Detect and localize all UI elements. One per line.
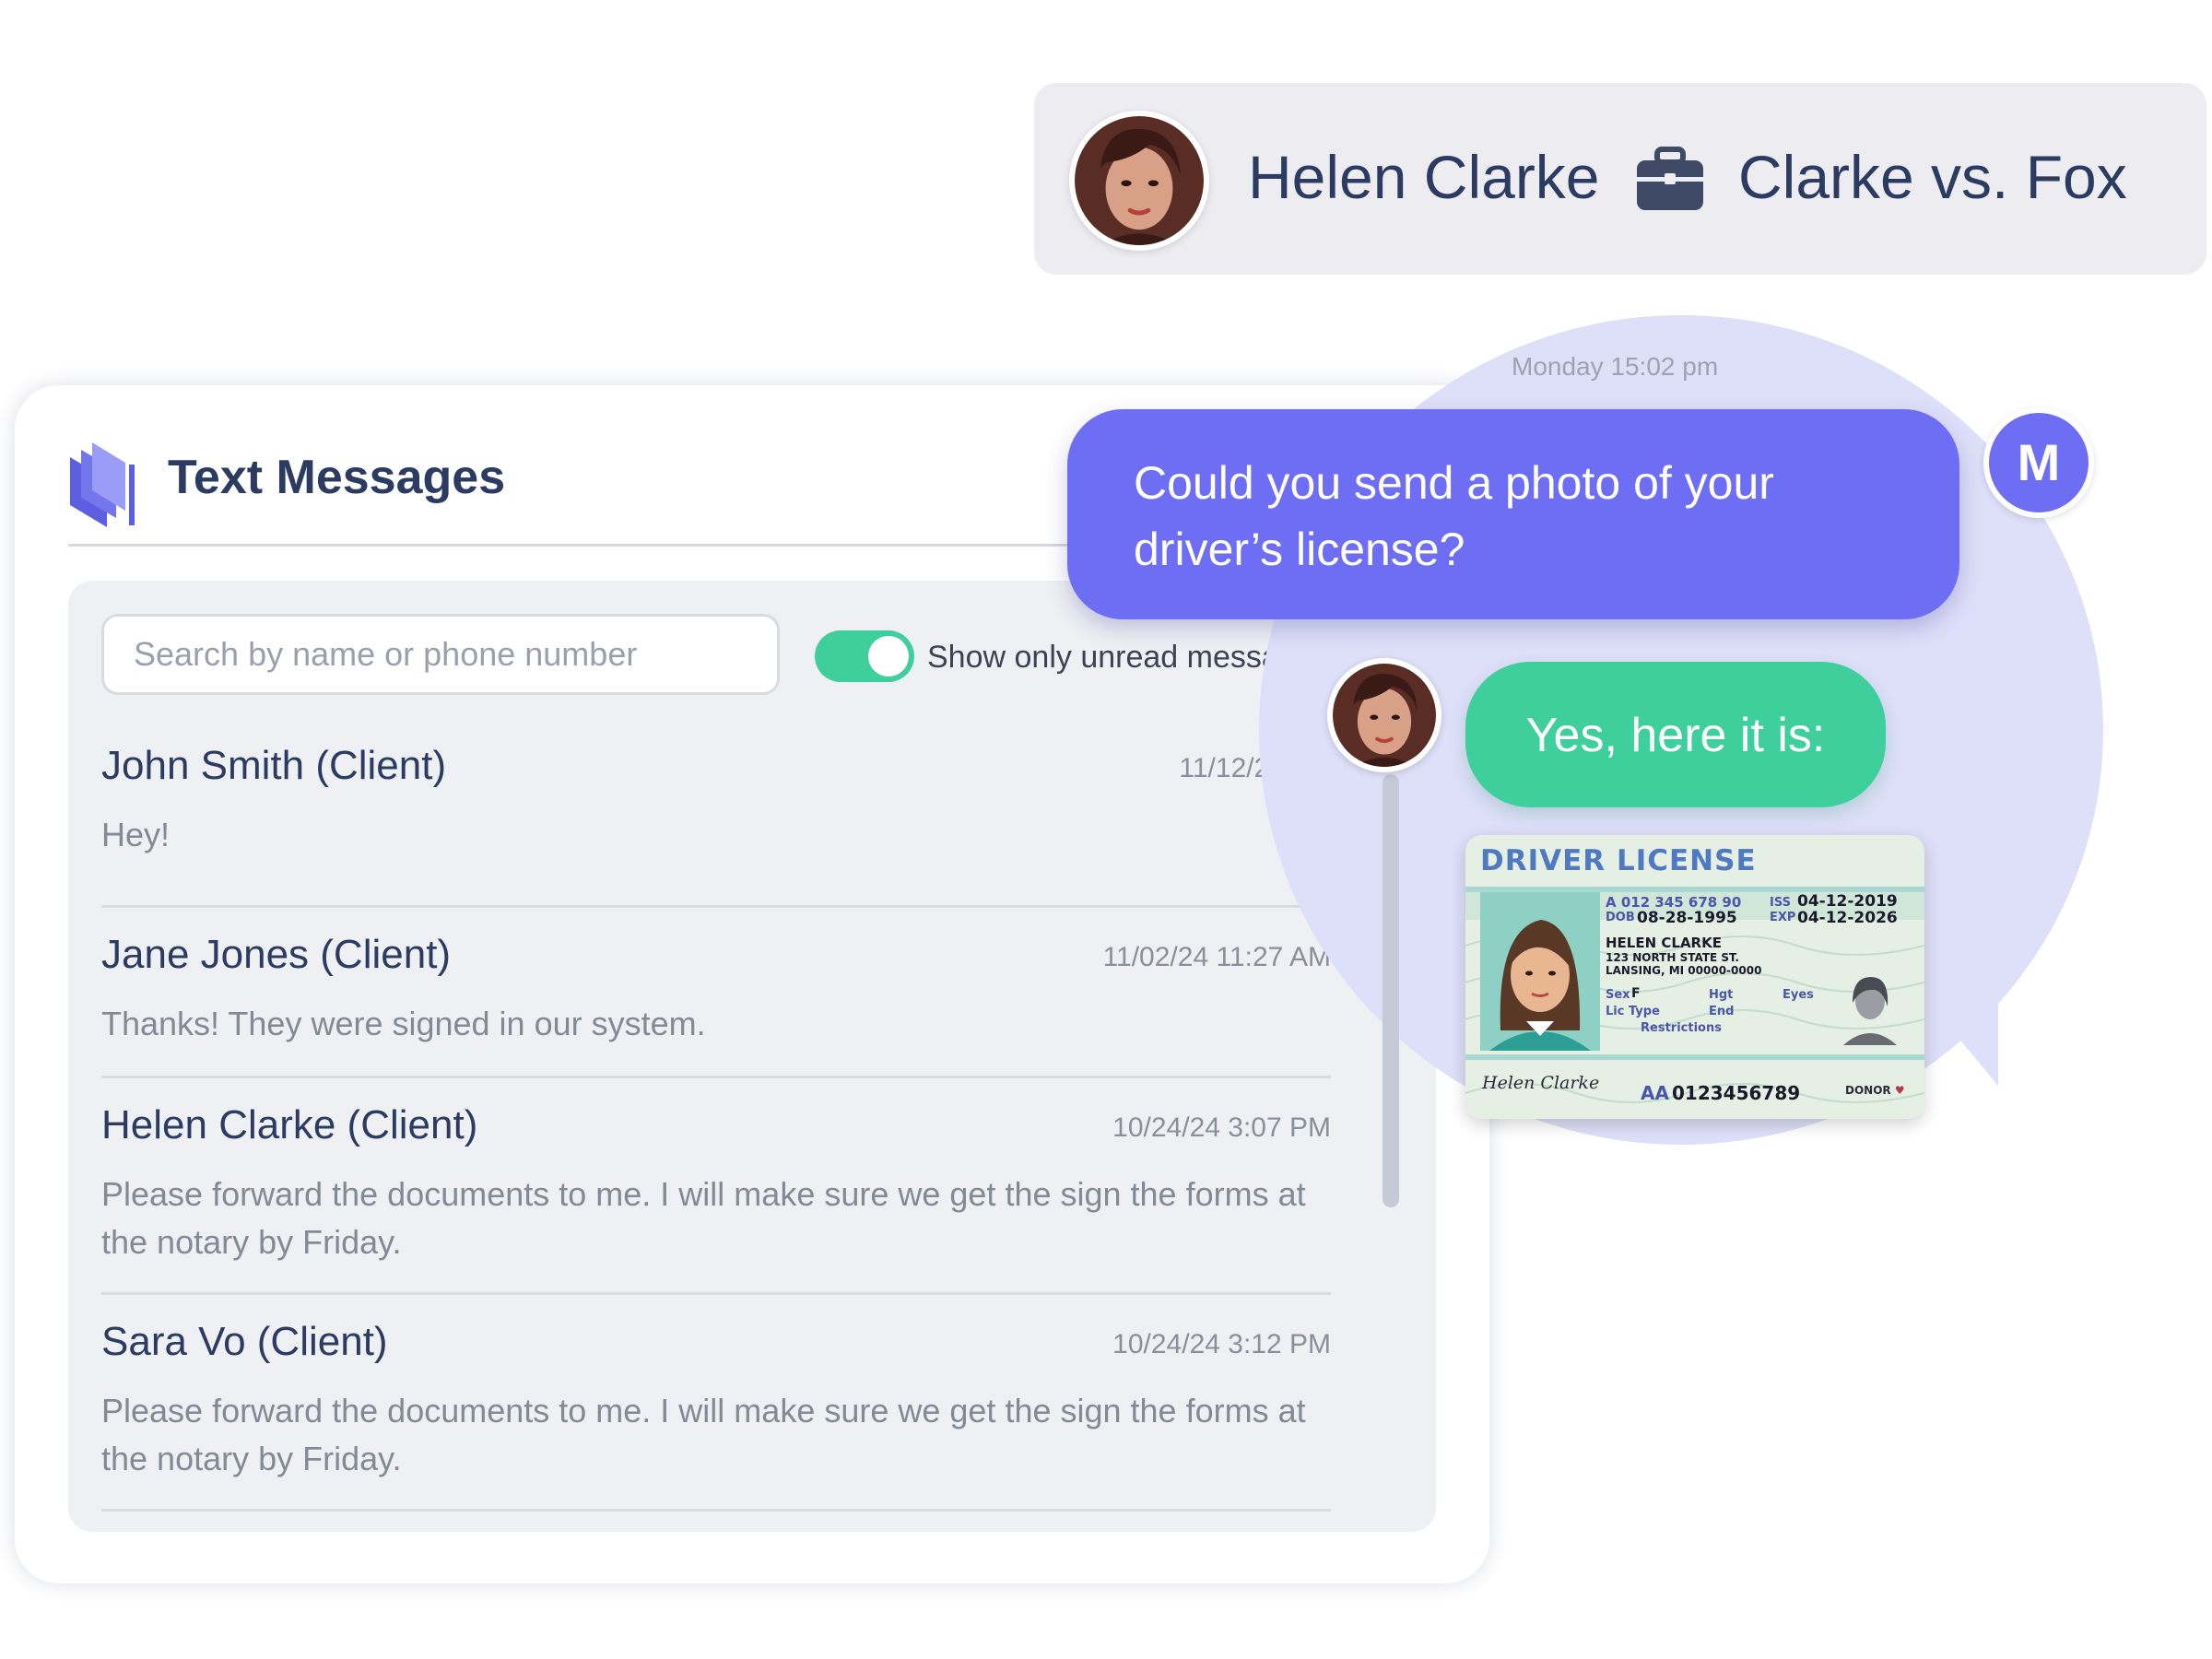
search-input[interactable]: [101, 614, 780, 695]
heart-icon: ♥: [1894, 1084, 1905, 1097]
license-signature: Helen Clarke: [1482, 1073, 1600, 1093]
conversation-list-scrollbar[interactable]: [1382, 774, 1399, 1207]
book-stack-icon: [70, 442, 135, 527]
conversation-list: John Smith (Client) 11/12/24 5:2 Hey! Ja…: [101, 737, 1331, 1512]
unread-toggle[interactable]: [815, 630, 914, 682]
license-address-1: 123 NORTH STATE ST.: [1606, 951, 1739, 964]
license-number: 0123456789: [1672, 1082, 1801, 1104]
briefcase-icon: [1637, 147, 1703, 210]
license-iss: 04-12-2019: [1797, 892, 1898, 911]
message-preview: Please forward the documents to me. I wi…: [101, 1392, 1306, 1477]
message-time: 10/24/24 3:07 PM: [1112, 1112, 1331, 1143]
client-avatar[interactable]: [1069, 111, 1209, 251]
conversation-item[interactable]: Sara Vo (Client) 10/24/24 3:12 PM Please…: [101, 1295, 1331, 1512]
message-preview: Please forward the documents to me. I wi…: [101, 1175, 1306, 1261]
license-eyes-label: Eyes: [1783, 988, 1814, 1002]
license-exp-label: EXP: [1770, 911, 1796, 924]
contact-name: Jane Jones (Client): [101, 932, 452, 977]
case-name[interactable]: Clarke vs. Fox: [1738, 138, 2127, 216]
message-preview: Thanks! They were signed in our system.: [101, 1005, 706, 1042]
sender-avatar[interactable]: M: [1983, 407, 2094, 518]
incoming-message-text: Yes, here it is:: [1525, 709, 1826, 762]
panel-title: Text Messages: [168, 451, 506, 504]
license-restrictions-label: Restrictions: [1641, 1021, 1722, 1035]
title-divider: [68, 544, 1121, 547]
avatar-portrait-icon: [1333, 664, 1436, 767]
license-photo: [1480, 892, 1600, 1051]
incoming-message-bubble: Yes, here it is:: [1465, 662, 1886, 807]
message-time: 11/02/24 11:27 AM: [1102, 942, 1331, 972]
client-name: Helen Clarke: [1248, 143, 1600, 211]
client-header-card: Helen Clarke Clarke vs. Fox: [1034, 83, 2206, 275]
conversation-item[interactable]: John Smith (Client) 11/12/24 5:2 Hey!: [101, 737, 1331, 908]
license-address-2: LANSING, MI 00000-0000: [1606, 964, 1762, 977]
conversation-item[interactable]: Helen Clarke (Client) 10/24/24 3:07 PM P…: [101, 1078, 1331, 1295]
message-preview: Hey!: [101, 816, 171, 853]
reply-avatar[interactable]: [1327, 658, 1441, 772]
chat-timestamp: Monday 15:02 pm: [1512, 352, 1719, 381]
license-exp: 04-12-2026: [1797, 909, 1898, 927]
license-hgt-label: Hgt: [1709, 988, 1734, 1002]
license-donor-label: DONOR: [1845, 1084, 1891, 1097]
toggle-knob: [868, 636, 909, 677]
license-end-label: End: [1709, 1005, 1735, 1018]
license-number-label: AA: [1641, 1082, 1669, 1104]
conversation-item[interactable]: Jane Jones (Client) 11/02/24 11:27 AM Th…: [101, 908, 1331, 1078]
license-title: DRIVER LICENSE: [1480, 844, 1757, 877]
license-dob-label: DOB: [1606, 911, 1635, 924]
avatar-portrait-icon: [1075, 116, 1204, 245]
license-type-label: Lic Type: [1606, 1005, 1660, 1018]
contact-name: John Smith (Client): [101, 743, 447, 788]
license-iss-label: ISS: [1770, 896, 1791, 910]
license-dob: 08-28-1995: [1637, 909, 1737, 927]
conversation-list-container: Show only unread messages John Smith (Cl…: [68, 581, 1436, 1532]
license-ghost-photo: [1843, 977, 1897, 1045]
outgoing-message-bubble: Could you send a photo of your driver’s …: [1067, 409, 1959, 619]
outgoing-message-text: Could you send a photo of your driver’s …: [1134, 457, 1774, 575]
license-holder: HELEN CLARKE: [1606, 935, 1722, 951]
contact-name: Helen Clarke (Client): [101, 1102, 478, 1147]
license-sex-label: Sex: [1606, 988, 1630, 1002]
license-sex: F: [1631, 986, 1641, 1001]
license-donor: DONOR ♥: [1845, 1084, 1905, 1097]
contact-name: Sara Vo (Client): [101, 1319, 388, 1364]
message-time: 10/24/24 3:12 PM: [1112, 1329, 1331, 1359]
license-attachment[interactable]: DRIVER LICENSE A 012 345 678 90 DOB 08-2…: [1465, 835, 1924, 1119]
